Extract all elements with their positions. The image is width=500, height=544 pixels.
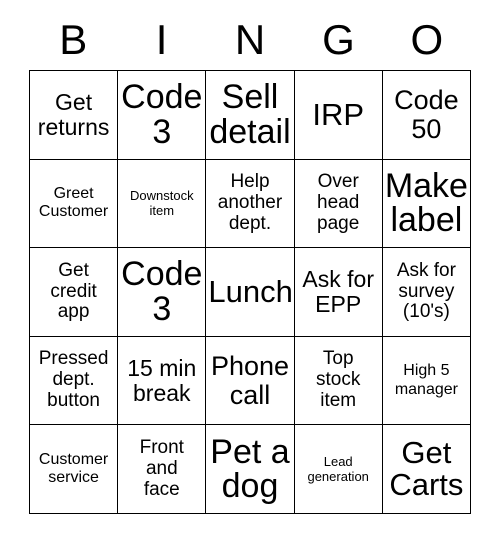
bingo-cell[interactable]: Customer service: [30, 425, 119, 514]
bingo-cell-label: Ask for survey (10's): [396, 259, 456, 323]
bingo-cell[interactable]: 15 min break: [118, 336, 207, 426]
bingo-cell-label: Get Carts: [389, 435, 464, 503]
bingo-cell-label: Phone call: [210, 351, 290, 410]
bingo-cell[interactable]: Code 3: [118, 71, 207, 160]
bingo-cell-label: Sell detail: [209, 78, 291, 151]
bingo-cell[interactable]: Greet Customer: [30, 159, 119, 249]
bingo-cell[interactable]: Get returns: [30, 71, 119, 160]
bingo-cell[interactable]: Ask for EPP: [294, 248, 383, 337]
bingo-cell[interactable]: Ask for survey (10's): [382, 248, 471, 337]
bingo-header-letter-g: G: [322, 16, 355, 63]
bingo-cell[interactable]: Phone call: [206, 336, 295, 426]
bingo-cell[interactable]: Code 3: [118, 248, 207, 337]
bingo-cell[interactable]: High 5 manager: [382, 336, 471, 426]
bingo-cell[interactable]: Lead generation: [294, 425, 383, 514]
bingo-cell-label: Top stock item: [316, 348, 361, 412]
bingo-cell-label: Greet Customer: [38, 185, 109, 221]
bingo-cell[interactable]: Top stock item: [294, 336, 383, 426]
bingo-cell-label: Code 3: [121, 78, 203, 151]
bingo-card: B I N G O Get returns Code 3 Sell detail…: [0, 0, 500, 544]
bingo-cell[interactable]: Front and face: [118, 425, 207, 514]
bingo-cell[interactable]: Pressed dept. button: [30, 336, 119, 426]
bingo-cell-label: Pressed dept. button: [38, 348, 109, 412]
bingo-cell-label: Downstock item: [130, 188, 194, 219]
bingo-header-letter-i: I: [155, 16, 168, 63]
bingo-cell[interactable]: Get Carts: [382, 425, 471, 514]
bingo-cell-label: Ask for EPP: [302, 266, 374, 317]
bingo-grid: Get returns Code 3 Sell detail IRP Code …: [29, 70, 471, 514]
bingo-cell-label: Make label: [384, 166, 468, 240]
bingo-header-letter-o: O: [410, 16, 444, 63]
bingo-cell-label: Pet a dog: [210, 432, 290, 506]
bingo-cell[interactable]: IRP: [294, 71, 383, 160]
bingo-header-row: B I N G O: [29, 14, 471, 66]
bingo-cell-label: Code 3: [121, 255, 203, 328]
bingo-header-letter-n: N: [234, 16, 266, 63]
bingo-cell-label: Help another dept.: [217, 171, 283, 234]
bingo-cell-label: 15 min break: [127, 354, 197, 406]
bingo-cell-label: Lead generation: [307, 453, 369, 485]
bingo-cell-label: Get returns: [37, 89, 110, 140]
bingo-cell-label: Code 50: [394, 85, 459, 144]
bingo-cell[interactable]: Over head page: [294, 159, 383, 249]
bingo-cell-label: IRP: [312, 96, 365, 132]
bingo-cell-label: Lunch: [208, 274, 293, 310]
bingo-cell[interactable]: Help another dept.: [206, 159, 295, 249]
bingo-cell[interactable]: Sell detail: [206, 71, 295, 160]
bingo-cell[interactable]: Downstock item: [118, 159, 207, 249]
bingo-cell[interactable]: Lunch: [206, 248, 295, 337]
bingo-cell[interactable]: Get credit app: [30, 248, 119, 337]
bingo-cell-label: Get credit app: [50, 259, 97, 323]
bingo-cell-label: Front and face: [139, 436, 184, 500]
bingo-cell-label: Over head page: [317, 171, 360, 234]
bingo-header-letter-b: B: [59, 16, 88, 63]
bingo-cell[interactable]: Pet a dog: [206, 425, 295, 514]
bingo-cell-label: Customer service: [38, 450, 109, 487]
bingo-cell[interactable]: Code 50: [382, 71, 471, 160]
bingo-cell[interactable]: Make label: [382, 159, 471, 249]
bingo-cell-label: High 5 manager: [394, 362, 458, 398]
